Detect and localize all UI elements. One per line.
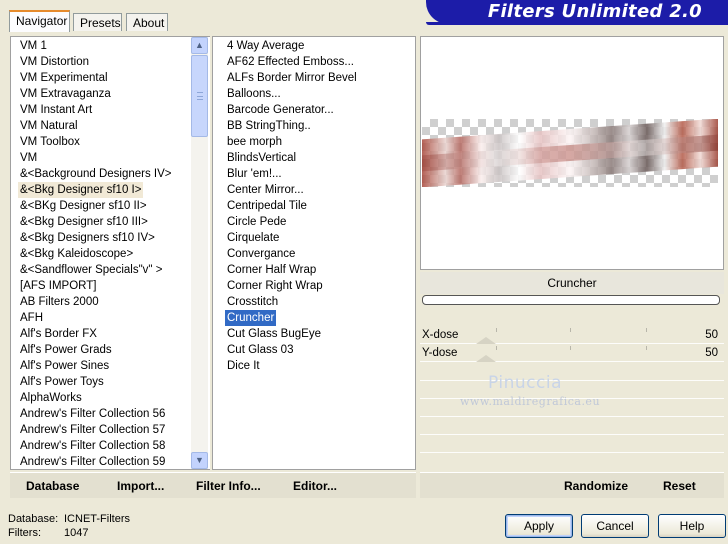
- list-item[interactable]: Andrew's Filter Collection 59: [18, 454, 167, 470]
- filter-list[interactable]: 4 Way Average AF62 Effected Emboss... ALFs…: [212, 36, 416, 470]
- list-item[interactable]: VM Toolbox: [18, 134, 82, 150]
- slider-thumb[interactable]: [476, 337, 496, 344]
- list-item[interactable]: VM: [18, 150, 39, 166]
- app-title: Filters Unlimited 2.0: [487, 1, 702, 22]
- list-item[interactable]: VM Instant Art: [18, 102, 94, 118]
- list-item[interactable]: Andrew's Filter Collection 56: [18, 406, 167, 422]
- list-item[interactable]: BB StringThing..: [225, 118, 313, 134]
- filters-count: 1047: [64, 527, 89, 539]
- list-item[interactable]: Center Mirror...: [225, 182, 306, 198]
- list-item[interactable]: VM Experimental: [18, 70, 110, 86]
- tab-navigator[interactable]: Navigator: [9, 10, 70, 32]
- tab-label: Navigator: [16, 14, 68, 28]
- list-item[interactable]: ALFs Border Mirror Bevel: [225, 70, 359, 86]
- tab-label: About: [133, 16, 165, 30]
- help-button[interactable]: Help: [658, 514, 726, 538]
- list-item[interactable]: Centripedal Tile: [225, 198, 309, 214]
- chevron-down-icon: ▼: [195, 455, 204, 465]
- list-item[interactable]: &<Bkg Kaleidoscope>: [18, 246, 135, 262]
- list-item[interactable]: Crosstitch: [225, 294, 280, 310]
- tab-label: Presets: [80, 16, 121, 30]
- reset-button[interactable]: Reset: [663, 479, 696, 493]
- category-scrollbar[interactable]: ▲ ▼: [191, 37, 208, 469]
- list-item[interactable]: Alf's Power Sines: [18, 358, 111, 374]
- list-item[interactable]: BlindsVertical: [225, 150, 298, 166]
- list-item[interactable]: Cut Glass BugEye: [225, 326, 323, 342]
- title-banner-stripe: [426, 22, 728, 25]
- database-label: Database:: [8, 513, 59, 525]
- param-y-dose[interactable]: Y-dose 50: [420, 344, 724, 362]
- watermark-site: www.maldiregrafica.eu: [460, 395, 601, 408]
- watermark-name: Pinuccia: [488, 373, 562, 393]
- preview-image: [422, 119, 718, 187]
- database-button[interactable]: Database: [26, 479, 79, 493]
- param-value: 50: [705, 347, 718, 359]
- param-x-dose[interactable]: X-dose 50: [420, 326, 724, 344]
- list-item[interactable]: Andrew's Filter Collection 57: [18, 422, 167, 438]
- list-item[interactable]: &<Bkg Designer sf10 I>: [18, 182, 144, 198]
- list-item[interactable]: VM Natural: [18, 118, 80, 134]
- list-item[interactable]: Corner Half Wrap: [225, 262, 318, 278]
- list-item[interactable]: Alf's Power Toys: [18, 374, 106, 390]
- list-item[interactable]: Circle Pede: [225, 214, 288, 230]
- list-item[interactable]: Barcode Generator...: [225, 102, 336, 118]
- list-item[interactable]: AFH: [18, 310, 45, 326]
- list-item[interactable]: &<Sandflower Specials"v" >: [18, 262, 164, 278]
- list-item[interactable]: Cirquelate: [225, 230, 281, 246]
- current-filter-name: Cruncher: [420, 272, 724, 294]
- filter-info-button[interactable]: Filter Info...: [196, 479, 261, 493]
- list-item[interactable]: Alf's Border FX: [18, 326, 99, 342]
- list-item[interactable]: VM Extravaganza: [18, 86, 113, 102]
- grip-icon: [197, 92, 203, 100]
- list-item[interactable]: Corner Right Wrap: [225, 278, 325, 294]
- title-banner: Filters Unlimited 2.0: [426, 0, 728, 24]
- scroll-down-button[interactable]: ▼: [191, 452, 208, 469]
- list-item[interactable]: Cut Glass 03: [225, 342, 295, 358]
- list-item[interactable]: &<Background Designers IV>: [18, 166, 174, 182]
- tab-about[interactable]: About: [126, 13, 168, 31]
- list-item[interactable]: 4 Way Average: [225, 38, 306, 54]
- list-item[interactable]: Convergance: [225, 246, 297, 262]
- list-item[interactable]: AF62 Effected Emboss...: [225, 54, 356, 70]
- list-item[interactable]: &<BKg Designer sf10 II>: [18, 198, 149, 214]
- scroll-thumb[interactable]: [191, 55, 208, 137]
- preview-band: [422, 119, 718, 187]
- toolbar-right: Randomize Reset: [420, 472, 724, 498]
- list-item[interactable]: Balloons...: [225, 86, 283, 102]
- database-value: ICNET-Filters: [64, 513, 130, 525]
- list-item[interactable]: AlphaWorks: [18, 390, 84, 406]
- list-item[interactable]: VM 1: [18, 38, 49, 54]
- category-list[interactable]: VM 1 VM Distortion VM Experimental VM Extra…: [10, 36, 210, 470]
- param-label: X-dose: [422, 329, 459, 341]
- apply-button[interactable]: Apply: [505, 514, 573, 538]
- list-item[interactable]: Dice It: [225, 358, 262, 374]
- slider-thumb[interactable]: [476, 355, 496, 362]
- param-label: Y-dose: [422, 347, 458, 359]
- scroll-up-button[interactable]: ▲: [191, 37, 208, 54]
- list-item[interactable]: VM Distortion: [18, 54, 91, 70]
- param-value: 50: [705, 329, 718, 341]
- chevron-up-icon: ▲: [195, 40, 204, 50]
- list-item[interactable]: [AFS IMPORT]: [18, 278, 98, 294]
- randomize-button[interactable]: Randomize: [564, 479, 628, 493]
- list-item[interactable]: Blur 'em!...: [225, 166, 284, 182]
- list-item[interactable]: AB Filters 2000: [18, 294, 101, 310]
- tab-presets[interactable]: Presets: [73, 13, 122, 31]
- list-item[interactable]: Andrew's Filter Collection 58: [18, 438, 167, 454]
- list-item[interactable]: &<Bkg Designers sf10 IV>: [18, 230, 157, 246]
- import-button[interactable]: Import...: [117, 479, 164, 493]
- editor-button[interactable]: Editor...: [293, 479, 337, 493]
- toolbar-left: Database Import... Filter Info... Editor…: [10, 472, 416, 498]
- list-item[interactable]: &<Bkg Designer sf10 III>: [18, 214, 150, 230]
- cancel-button[interactable]: Cancel: [581, 514, 649, 538]
- list-item[interactable]: Cruncher: [225, 310, 277, 326]
- filters-label: Filters:: [8, 527, 41, 539]
- parameters-panel: Cruncher X-dose 50 Y-dose 50: [420, 272, 724, 470]
- progress-bar: [422, 295, 720, 305]
- list-item[interactable]: bee morph: [225, 134, 284, 150]
- list-item[interactable]: Alf's Power Grads: [18, 342, 114, 358]
